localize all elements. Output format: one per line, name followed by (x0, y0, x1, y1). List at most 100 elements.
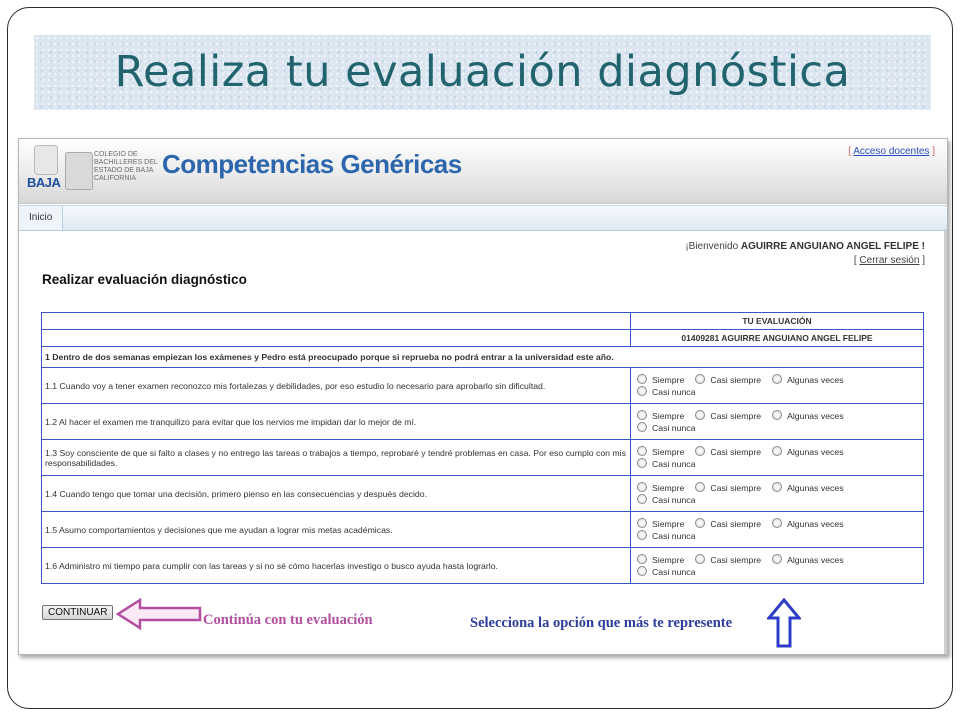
option-label: Casi siempre (710, 446, 762, 457)
answer-option[interactable]: Algunas veces (769, 481, 844, 494)
question-rows: 1.1 Cuando voy a tener examen reconozco … (41, 367, 924, 584)
option-label: Algunas veces (787, 374, 844, 385)
option-label: Algunas veces (787, 554, 844, 565)
question-row: 1.3 Soy consciente de que si falto a cla… (41, 439, 924, 476)
option-label: Casi siempre (710, 374, 762, 385)
user-name: AGUIRRE ANGUIANO ANGEL FELIPE ! (740, 241, 925, 252)
radio-button[interactable] (637, 493, 647, 504)
radio-button[interactable] (772, 481, 783, 492)
scenario-text: 1 Dentro de dos semanas empiezan los exá… (41, 346, 924, 368)
answer-option[interactable]: Siempre (634, 553, 685, 566)
answer-option[interactable]: Casi nunca (634, 385, 695, 398)
continue-annotation: Continúa con tu evaluación (203, 612, 373, 628)
radio-button[interactable] (637, 445, 647, 456)
option-label: Casi siempre (710, 554, 762, 565)
option-label: Algunas veces (787, 410, 844, 421)
answer-option[interactable]: Casi siempre (692, 481, 761, 494)
radio-button[interactable] (637, 373, 647, 384)
option-label: Casi nunca (652, 458, 696, 469)
question-row: 1.2 Al hacer el examen me tranquilizo pa… (41, 403, 924, 440)
answer-option[interactable]: Siempre (634, 517, 684, 530)
answer-option[interactable]: Casi siempre (692, 445, 762, 458)
radio-button[interactable] (637, 529, 647, 540)
page-heading: Realizar evaluación diagnóstico (42, 272, 247, 287)
option-label: Casi nunca (652, 566, 696, 577)
radio-button[interactable] (637, 517, 647, 528)
radio-button[interactable] (637, 421, 647, 432)
answer-options: Siempre Casi siempre Algunas veces Casi nun… (630, 547, 924, 584)
continue-button[interactable]: CONTINUAR (42, 605, 114, 620)
select-annotation: Selecciona la opción que más te represen… (470, 615, 733, 631)
app-screenshot: BAJA COLEGIO DE BACHILLERES DEL ESTADO D… (18, 138, 948, 655)
baja-logo-word: BAJA (27, 175, 61, 190)
answer-option[interactable]: Casi nunca (634, 565, 696, 578)
slide-title: Realiza tu evaluación diagnóstica (114, 47, 851, 97)
nav-bar: Inicio (19, 205, 947, 231)
radio-button[interactable] (695, 445, 706, 456)
answer-option[interactable]: Algunas veces (769, 373, 844, 386)
option-label: Casi nunca (652, 494, 696, 505)
radio-button[interactable] (772, 373, 783, 384)
answer-options: Siempre Casi siempre Algunas veces Casi nun… (630, 475, 924, 512)
option-label: Casi siempre (710, 410, 762, 421)
answer-option[interactable]: Casi nunca (634, 493, 696, 506)
answer-option[interactable]: Casi siempre (692, 409, 762, 422)
answer-option[interactable]: Casi nunca (634, 457, 696, 470)
option-label: Casi siempre (710, 518, 762, 529)
tab-inicio[interactable]: Inicio (19, 206, 64, 230)
radio-button[interactable] (695, 373, 706, 384)
baja-logo: BAJA (27, 145, 63, 197)
answer-option[interactable]: Algunas veces (769, 445, 844, 458)
answer-option[interactable]: Siempre (634, 373, 684, 386)
answer-option[interactable]: Siempre (634, 445, 685, 458)
radio-button[interactable] (695, 553, 706, 564)
radio-button[interactable] (695, 409, 706, 420)
radio-button[interactable] (772, 409, 783, 420)
answer-option[interactable]: Algunas veces (769, 409, 844, 422)
answer-option[interactable]: Algunas veces (769, 517, 844, 530)
docentes-link-wrapper: [ Acceso docentes ] (848, 146, 935, 157)
radio-button[interactable] (772, 553, 783, 564)
option-label: Siempre (652, 410, 685, 421)
welcome-message: ¡Bienvenido AGUIRRE ANGUIANO ANGEL FELIP… (685, 241, 925, 252)
answer-option[interactable]: Casi siempre (692, 553, 762, 566)
radio-button[interactable] (637, 457, 647, 468)
answer-option[interactable]: Casi nunca (634, 421, 695, 434)
logout-link[interactable]: Cerrar sesión (859, 255, 919, 266)
answer-options: Siempre Casi siempre Algunas veces Casi nun… (630, 511, 924, 548)
option-label: Siempre (652, 446, 685, 457)
answer-option[interactable]: Casi siempre (692, 517, 762, 530)
radio-button[interactable] (695, 481, 706, 492)
question-text: 1.2 Al hacer el examen me tranquilizo pa… (41, 403, 631, 440)
answer-options: Siempre Casi siempre Algunas veces Casi nun… (630, 439, 924, 476)
question-text: 1.3 Soy consciente de que si falto a cla… (41, 439, 631, 476)
seal-icon (34, 145, 58, 175)
student-id-name: 01409281 AGUIRRE ANGUIANO ANGEL FELIPE (630, 329, 924, 347)
radio-button[interactable] (772, 445, 783, 456)
answer-option[interactable]: Casi nunca (634, 529, 695, 542)
option-label: Siempre (652, 554, 685, 565)
answer-option[interactable]: Siempre (634, 481, 685, 494)
answer-option[interactable]: Algunas veces (769, 553, 844, 566)
radio-button[interactable] (637, 481, 647, 492)
question-row: 1.1 Cuando voy a tener examen reconozco … (41, 367, 924, 404)
radio-button[interactable] (695, 517, 706, 528)
scrollbar-edge[interactable] (944, 229, 947, 654)
radio-button[interactable] (772, 517, 783, 528)
radio-button[interactable] (637, 553, 647, 564)
answer-option[interactable]: Siempre (634, 409, 685, 422)
answer-option[interactable]: Casi siempre (692, 373, 762, 386)
title-banner: Realiza tu evaluación diagnóstica (34, 35, 931, 110)
question-row: 1.5 Asumo comportamientos y decisiones q… (41, 511, 924, 548)
option-label: Siempre (652, 482, 685, 493)
cobach-logo-icon (65, 152, 93, 190)
question-text: 1.5 Asumo comportamientos y decisiones q… (41, 511, 631, 548)
docentes-link[interactable]: Acceso docentes (853, 146, 929, 157)
radio-button[interactable] (637, 385, 647, 396)
radio-button[interactable] (637, 565, 647, 576)
app-title: Competencias Genéricas (162, 149, 462, 179)
welcome-prefix: ¡Bienvenido (685, 241, 739, 252)
option-label: Algunas veces (787, 518, 844, 529)
radio-button[interactable] (637, 409, 647, 420)
option-label: Algunas veces (787, 482, 844, 493)
